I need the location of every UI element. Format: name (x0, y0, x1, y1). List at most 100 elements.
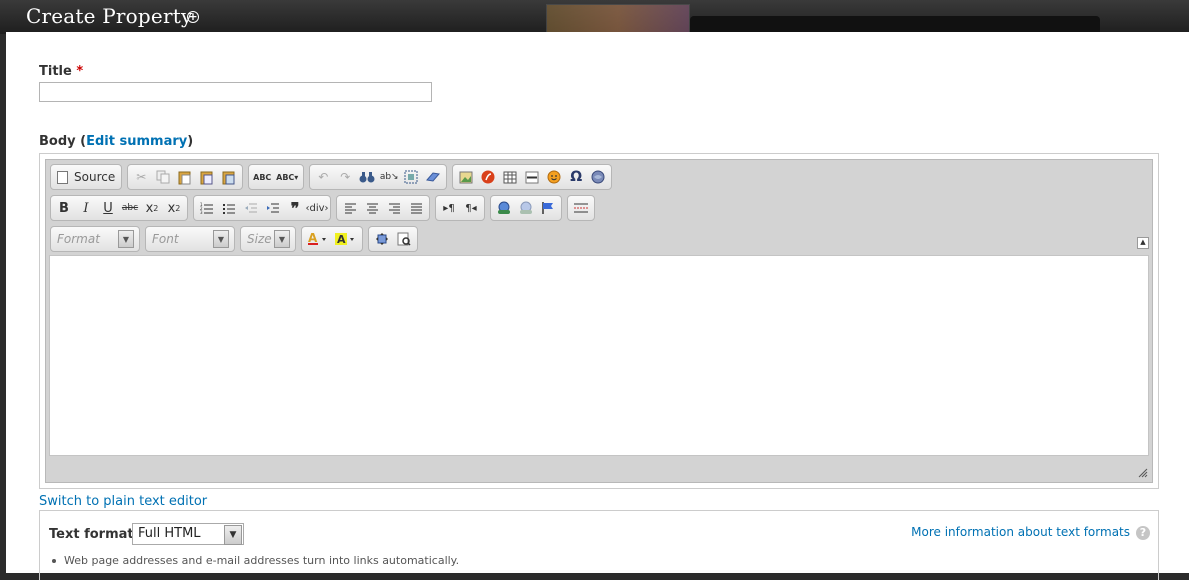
remove-format-icon[interactable] (422, 167, 444, 187)
toolbar-group-colors: A A (301, 226, 363, 252)
iframe-icon[interactable] (587, 167, 609, 187)
smiley-icon[interactable] (543, 167, 565, 187)
underline-button[interactable]: U (97, 198, 119, 218)
copy-icon[interactable] (152, 167, 174, 187)
page-title: Create Property (26, 4, 193, 28)
div-container-icon[interactable]: ‹div› (305, 198, 328, 218)
toolbar-group-break (567, 195, 595, 221)
font-dropdown-icon: ▼ (213, 230, 229, 248)
toolbar-group-insert: Ω (452, 164, 613, 190)
undo-icon[interactable]: ↶ (312, 167, 334, 187)
add-shortcut-icon[interactable]: + (187, 11, 199, 23)
toolbar-group-bidi: ▸¶ ¶◂ (435, 195, 485, 221)
replace-icon[interactable]: ab↘ (378, 167, 400, 187)
toolbar-row-2: B I U abc x2 x2 123 ❞ ‹div› ▸¶ ¶◂ (50, 195, 600, 221)
indent-icon[interactable] (262, 198, 284, 218)
horizontal-rule-icon[interactable] (521, 167, 543, 187)
cut-icon[interactable]: ✂ (130, 167, 152, 187)
edit-summary-link[interactable]: Edit summary (86, 134, 187, 149)
more-info-link[interactable]: More information about text formats (911, 525, 1130, 539)
superscript-x: x (167, 200, 176, 216)
paste-word-icon[interactable] (218, 167, 240, 187)
blockquote-icon[interactable]: ❞ (284, 198, 306, 218)
body-label: Body (Edit summary) (39, 134, 193, 149)
switch-plain-text-link[interactable]: Switch to plain text editor (39, 494, 207, 509)
text-format-wrapper: Text format Full HTML ▼ More information… (39, 510, 1159, 580)
strikethrough-button[interactable]: abc (119, 198, 141, 218)
superscript-button[interactable]: x2 (163, 198, 185, 218)
editor-content-area[interactable] (49, 255, 1149, 456)
toolbar-group-edit: ↶ ↷ ab↘ (309, 164, 448, 190)
italic-button[interactable]: I (75, 198, 97, 218)
toolbar-group-basic: B I U abc x2 x2 (50, 195, 188, 221)
title-label-text: Title (39, 64, 72, 79)
overlay-title-bar: Create Property + (0, 0, 1189, 36)
toolbar-group-clipboard: ✂ (127, 164, 244, 190)
paste-icon[interactable] (174, 167, 196, 187)
text-color-icon[interactable]: A (304, 229, 332, 249)
title-input[interactable] (39, 82, 432, 102)
toolbar-group-tools (368, 226, 418, 252)
toolbar-group-spell: ABC ABC ▾ (248, 164, 305, 190)
page-break-icon[interactable] (570, 198, 592, 218)
svg-text:3: 3 (200, 210, 203, 215)
overlay-content: Title * Body (Edit summary) Source ✂ ABC… (6, 32, 1189, 580)
show-blocks-icon[interactable] (393, 229, 415, 249)
source-button[interactable]: Source (53, 167, 119, 187)
outdent-icon[interactable] (240, 198, 262, 218)
title-label: Title * (39, 64, 83, 79)
font-combo[interactable]: Font ▼ (145, 226, 235, 252)
maximize-icon[interactable] (371, 229, 393, 249)
toolbar-group-align (336, 195, 430, 221)
background-color-icon[interactable]: A (332, 229, 360, 249)
format-select[interactable]: Format ▼ (53, 229, 137, 249)
more-info-container: More information about text formats? (911, 525, 1150, 540)
paren-close: ) (187, 134, 194, 149)
numbered-list-icon[interactable]: 123 (196, 198, 218, 218)
special-char-icon[interactable]: Ω (565, 167, 587, 187)
size-select[interactable]: Size ▼ (243, 229, 293, 249)
text-format-selected: Full HTML (138, 526, 201, 541)
resize-handle-icon[interactable] (1138, 468, 1148, 478)
table-icon[interactable] (499, 167, 521, 187)
format-placeholder: Format (57, 232, 100, 246)
link-icon[interactable] (493, 198, 515, 218)
font-select[interactable]: Font ▼ (148, 229, 232, 249)
align-center-icon[interactable] (361, 198, 383, 218)
required-marker: * (76, 64, 84, 79)
format-dropdown-icon: ▼ (118, 230, 134, 248)
bullet-list-icon[interactable] (218, 198, 240, 218)
format-combo[interactable]: Format ▼ (50, 226, 140, 252)
text-direction-rtl-icon[interactable]: ¶◂ (460, 198, 482, 218)
text-direction-ltr-icon[interactable]: ▸¶ (438, 198, 460, 218)
scayt-label: ABC (276, 172, 295, 182)
help-icon[interactable]: ? (1136, 525, 1150, 540)
text-format-select[interactable]: Full HTML ▼ (132, 523, 244, 545)
size-combo[interactable]: Size ▼ (240, 226, 296, 252)
source-doc-icon (57, 170, 68, 184)
paste-text-icon[interactable] (196, 167, 218, 187)
format-tip: Web page addresses and e-mail addresses … (52, 554, 459, 567)
svg-text:A: A (337, 233, 346, 246)
toolbar-collapse-icon[interactable]: ▲ (1137, 237, 1149, 249)
image-icon[interactable] (455, 167, 477, 187)
align-right-icon[interactable] (383, 198, 405, 218)
redo-icon[interactable]: ↷ (334, 167, 356, 187)
source-label: Source (74, 170, 116, 184)
toolbar-group-links (490, 195, 562, 221)
spellcheck-as-you-type-icon[interactable]: ABC ▾ (273, 167, 301, 187)
align-left-icon[interactable] (339, 198, 361, 218)
flash-icon[interactable] (477, 167, 499, 187)
align-justify-icon[interactable] (405, 198, 427, 218)
find-icon[interactable] (356, 167, 378, 187)
select-all-icon[interactable] (400, 167, 422, 187)
bold-button[interactable]: B (53, 198, 75, 218)
size-placeholder: Size (247, 232, 272, 246)
spellcheck-icon[interactable]: ABC (251, 167, 273, 187)
unlink-icon[interactable] (515, 198, 537, 218)
toolbar-row-1: Source ✂ ABC ABC ▾ ↶ ↷ ab↘ Ω (50, 164, 617, 190)
subscript-button[interactable]: x2 (141, 198, 163, 218)
toolbar-row-3: Format ▼ Font ▼ Size ▼ A A (50, 226, 423, 252)
anchor-flag-icon[interactable] (537, 198, 559, 218)
body-label-text: Body (39, 134, 76, 149)
